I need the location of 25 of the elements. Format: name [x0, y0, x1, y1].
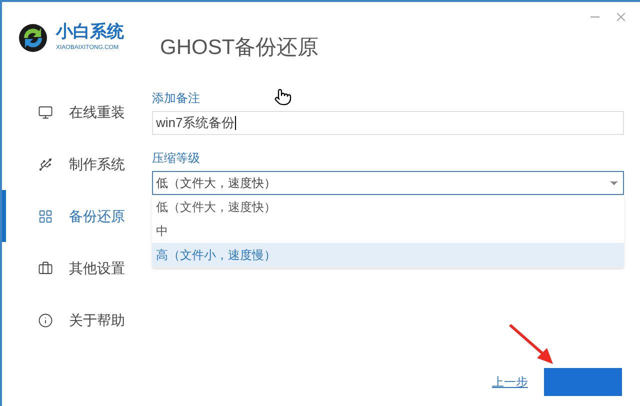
hand-cursor-icon	[274, 88, 292, 106]
annotation-arrow	[507, 324, 553, 364]
back-link[interactable]: 上一步	[492, 373, 528, 391]
sidebar-item[interactable]: 备份还原	[2, 190, 142, 242]
logo-icon	[18, 23, 48, 53]
dropdown-option[interactable]: 中	[152, 219, 624, 243]
sidebar-item[interactable]: 关于帮助	[2, 294, 142, 346]
close-icon	[614, 10, 628, 24]
compression-select[interactable]: 低（文件大，速度快）	[152, 171, 624, 195]
sidebar-item[interactable]: 制作系统	[2, 138, 142, 190]
note-label: 添加备注	[152, 90, 200, 107]
usb-icon	[38, 156, 53, 172]
dropdown-option[interactable]: 低（文件大，速度快）	[152, 195, 624, 219]
grid-icon	[38, 208, 53, 224]
sidebar-item[interactable]: 其他设置	[2, 242, 142, 294]
page-title: GHOST备份还原	[160, 35, 319, 61]
dropdown-option[interactable]: 高（文件小，速度慢）	[152, 243, 624, 267]
briefcase-icon	[38, 260, 53, 276]
note-input-field[interactable]: win7系统备份	[152, 111, 624, 135]
info-icon	[38, 312, 53, 328]
logo-name: 小白系统	[56, 22, 124, 42]
compression-label: 压缩等级	[152, 150, 200, 167]
monitor-icon	[38, 104, 53, 120]
close-button[interactable]	[614, 10, 628, 24]
sidebar-item[interactable]: 在线重装	[2, 86, 142, 138]
